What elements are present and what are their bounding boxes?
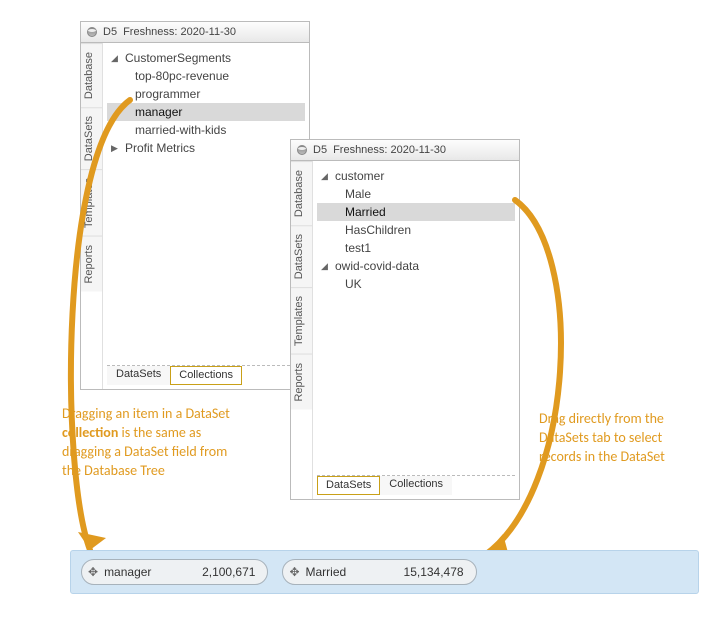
bottom-tab-collections[interactable]: Collections xyxy=(170,366,242,385)
caret-right-icon[interactable]: ▶ xyxy=(111,143,121,154)
vtab-reports[interactable]: Reports xyxy=(291,354,312,410)
bottom-tab-datasets[interactable]: DataSets xyxy=(107,366,170,385)
move-icon[interactable]: ✥ xyxy=(88,565,98,579)
vtab-database[interactable]: Database xyxy=(81,43,102,107)
bottom-tab-datasets[interactable]: DataSets xyxy=(317,476,380,495)
panel1-side-tabs: Database DataSets Templates Reports xyxy=(81,43,103,389)
tree-item[interactable]: Male xyxy=(317,185,515,203)
panel2-side-tabs: Database DataSets Templates Reports xyxy=(291,161,313,499)
tree-item[interactable]: manager xyxy=(107,103,305,121)
annotation-right-text: Drag directly from the DataSets tab to s… xyxy=(539,410,665,465)
panel2-body: ◢ customer MaleMarriedHasChildrentest1 ◢ owi… xyxy=(313,161,519,499)
panel1-freshness: Freshness: 2020-11-30 xyxy=(123,26,236,38)
database-icon xyxy=(297,145,307,155)
annotation-left: Dragging an item in a DataSet collection… xyxy=(62,405,242,481)
caret-down-icon[interactable]: ◢ xyxy=(111,53,121,64)
panel1-db-label: D5 xyxy=(103,26,117,38)
vtab-database[interactable]: Database xyxy=(291,161,312,225)
chip-count: 15,134,478 xyxy=(404,565,464,579)
tree-item[interactable]: programmer xyxy=(107,85,305,103)
tree-group[interactable]: ▶ Profit Metrics xyxy=(107,139,305,157)
tree-group[interactable]: ◢ customer xyxy=(317,167,515,185)
vtab-datasets[interactable]: DataSets xyxy=(291,225,312,287)
chip-label: manager xyxy=(104,565,174,579)
panel1-bottom-tabs: DataSets Collections xyxy=(107,365,305,385)
tree-group-label: Profit Metrics xyxy=(125,141,195,155)
tree-group-label: owid-covid-data xyxy=(335,259,419,273)
annotation-left-pre: Dragging an item in a DataSet xyxy=(62,405,230,422)
panel-datasets: D5 Freshness: 2020-11-30 Database DataSe… xyxy=(290,160,520,500)
caret-down-icon[interactable]: ◢ xyxy=(321,261,331,272)
annotation-left-bold: collection xyxy=(62,424,118,441)
annotation-right: Drag directly from the DataSets tab to s… xyxy=(539,410,689,467)
panel2-tree[interactable]: ◢ customer MaleMarriedHasChildrentest1 ◢ owi… xyxy=(317,167,515,475)
vtab-reports[interactable]: Reports xyxy=(81,236,102,292)
vtab-datasets[interactable]: DataSets xyxy=(81,107,102,169)
tree-group-label: customer xyxy=(335,169,384,183)
panel2-header: D5 Freshness: 2020-11-30 xyxy=(290,139,520,161)
panel1-tree[interactable]: ◢ CustomerSegments top-80pc-revenueprogram… xyxy=(107,49,305,365)
panel2-bottom-tabs: DataSets Collections xyxy=(317,475,515,495)
panel-collections: D5 Freshness: 2020-11-30 Database DataSe… xyxy=(80,42,310,390)
drop-target-bar[interactable]: ✥ manager 2,100,671 ✥ Married 15,134,478 xyxy=(70,550,699,594)
tree-item[interactable]: top-80pc-revenue xyxy=(107,67,305,85)
panel2-db-label: D5 xyxy=(313,144,327,156)
tree-group[interactable]: ◢ owid-covid-data xyxy=(317,257,515,275)
chip-count: 2,100,671 xyxy=(202,565,255,579)
caret-down-icon[interactable]: ◢ xyxy=(321,171,331,182)
tree-item[interactable]: Married xyxy=(317,203,515,221)
panel1-body: ◢ CustomerSegments top-80pc-revenueprogram… xyxy=(103,43,309,389)
tree-group-label: CustomerSegments xyxy=(125,51,231,65)
panel2-freshness: Freshness: 2020-11-30 xyxy=(333,144,446,156)
chip-married[interactable]: ✥ Married 15,134,478 xyxy=(282,559,476,585)
tree-item[interactable]: test1 xyxy=(317,239,515,257)
vtab-templates[interactable]: Templates xyxy=(291,287,312,354)
tree-item[interactable]: married-with-kids xyxy=(107,121,305,139)
tree-group[interactable]: ◢ CustomerSegments xyxy=(107,49,305,67)
tree-item[interactable]: HasChildren xyxy=(317,221,515,239)
bottom-tab-collections[interactable]: Collections xyxy=(380,476,452,495)
database-icon xyxy=(87,27,97,37)
vtab-templates[interactable]: Templates xyxy=(81,169,102,236)
chip-label: Married xyxy=(306,565,376,579)
panel1-header: D5 Freshness: 2020-11-30 xyxy=(80,21,310,43)
move-icon[interactable]: ✥ xyxy=(289,565,299,579)
tree-item[interactable]: UK xyxy=(317,275,515,293)
chip-manager[interactable]: ✥ manager 2,100,671 xyxy=(81,559,268,585)
